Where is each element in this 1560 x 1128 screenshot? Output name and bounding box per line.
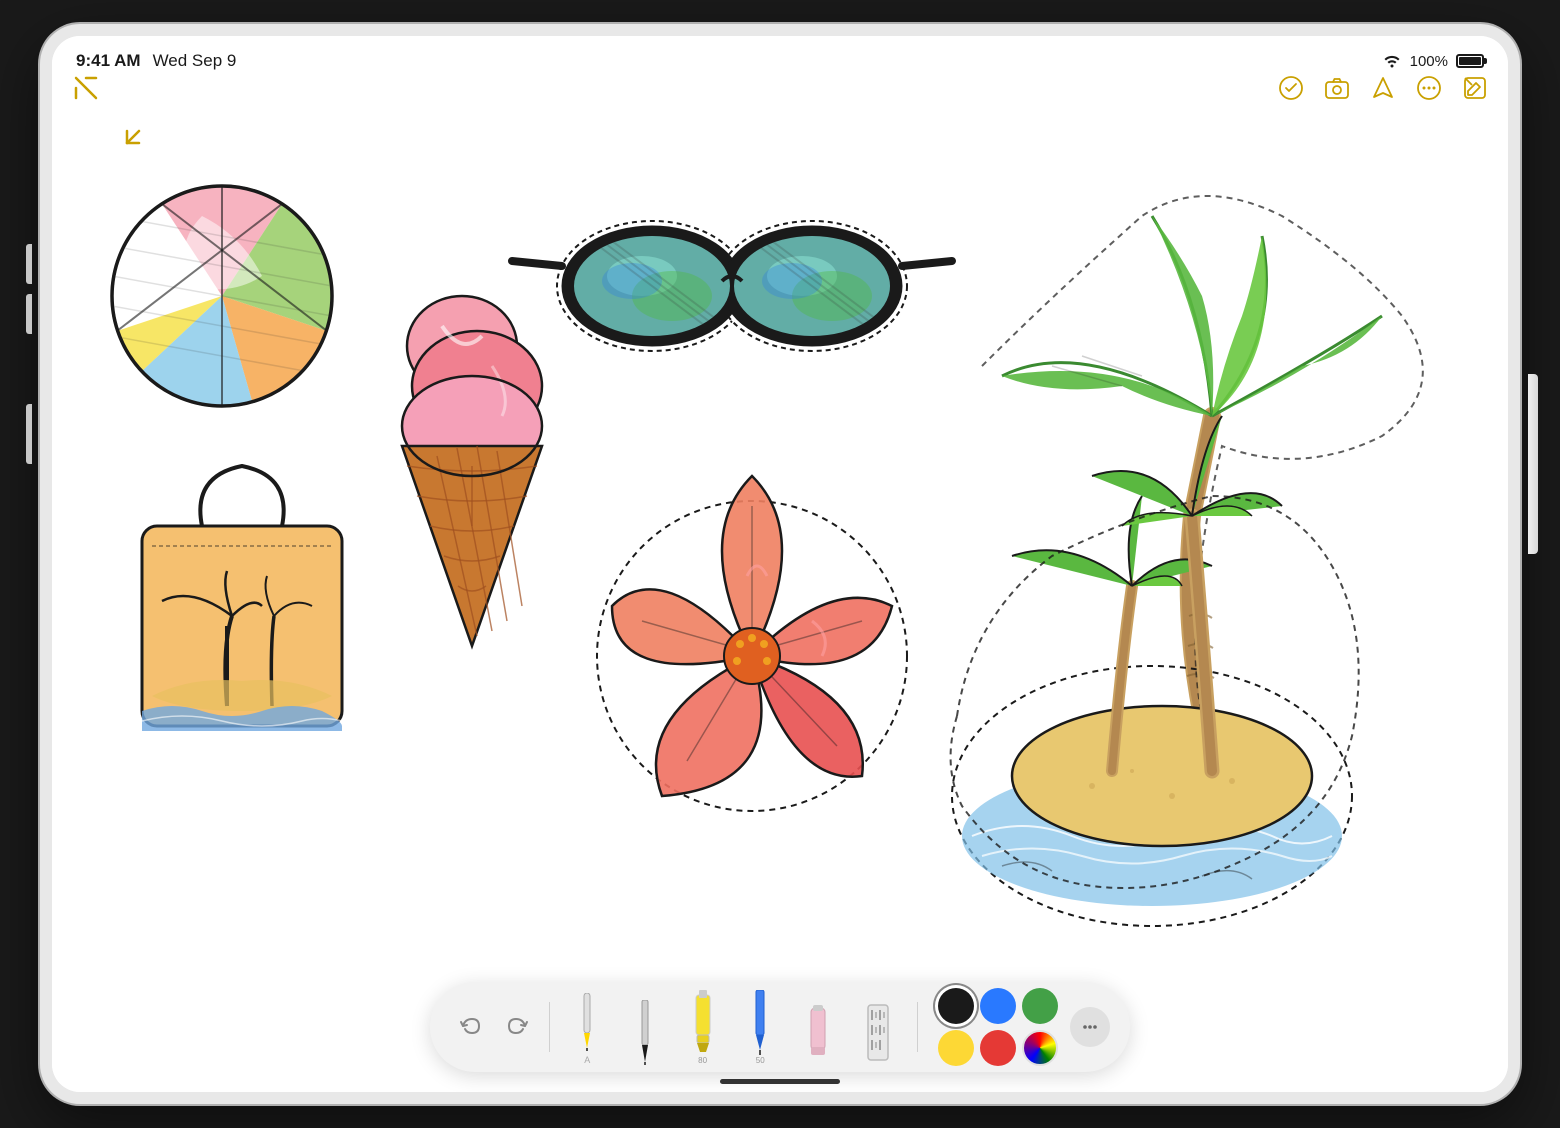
- beach-ball-drawing: [112, 186, 333, 406]
- black-color-swatch[interactable]: [938, 988, 974, 1024]
- redo-button[interactable]: [498, 1007, 538, 1047]
- yellow-color-swatch[interactable]: [938, 1030, 974, 1066]
- beach-bag-drawing: [142, 466, 342, 731]
- more-options-button[interactable]: [1416, 75, 1442, 107]
- hibiscus-drawing: [597, 476, 907, 811]
- blue-color-swatch[interactable]: [980, 988, 1016, 1024]
- camera-button[interactable]: [1324, 75, 1350, 107]
- drawing-toolbar: A 80: [430, 982, 1130, 1072]
- yellow-highlighter-tool[interactable]: 80: [678, 990, 728, 1065]
- home-indicator: [720, 1079, 840, 1084]
- toolbar-divider-1: [549, 1002, 550, 1052]
- more-tools-button[interactable]: [1070, 1007, 1110, 1047]
- blue-pen-tool[interactable]: 50: [735, 990, 785, 1065]
- red-color-swatch[interactable]: [980, 1030, 1016, 1066]
- eraser-tool[interactable]: [793, 990, 843, 1065]
- top-toolbar: [52, 36, 1508, 116]
- ice-cream-drawing: [402, 296, 542, 646]
- green-color-swatch[interactable]: [1022, 988, 1058, 1024]
- drawing-canvas[interactable]: [52, 36, 1508, 1092]
- color-swatches: [938, 988, 1058, 1066]
- undo-button[interactable]: [450, 1007, 490, 1047]
- sunglasses-drawing: [512, 221, 952, 351]
- ruler-tool[interactable]: [851, 990, 906, 1065]
- fine-marker-tool[interactable]: [620, 990, 670, 1065]
- navigation-button[interactable]: [1370, 75, 1396, 107]
- collapse-button[interactable]: [72, 74, 100, 109]
- toolbar-divider-2: [917, 1002, 918, 1052]
- island-drawing: [951, 416, 1359, 926]
- done-button[interactable]: [1278, 75, 1304, 107]
- multicolor-swatch[interactable]: [1022, 1030, 1058, 1066]
- top-right-tools: [1278, 75, 1488, 107]
- edit-button[interactable]: [1462, 75, 1488, 107]
- pencil-a-tool[interactable]: A: [562, 990, 612, 1065]
